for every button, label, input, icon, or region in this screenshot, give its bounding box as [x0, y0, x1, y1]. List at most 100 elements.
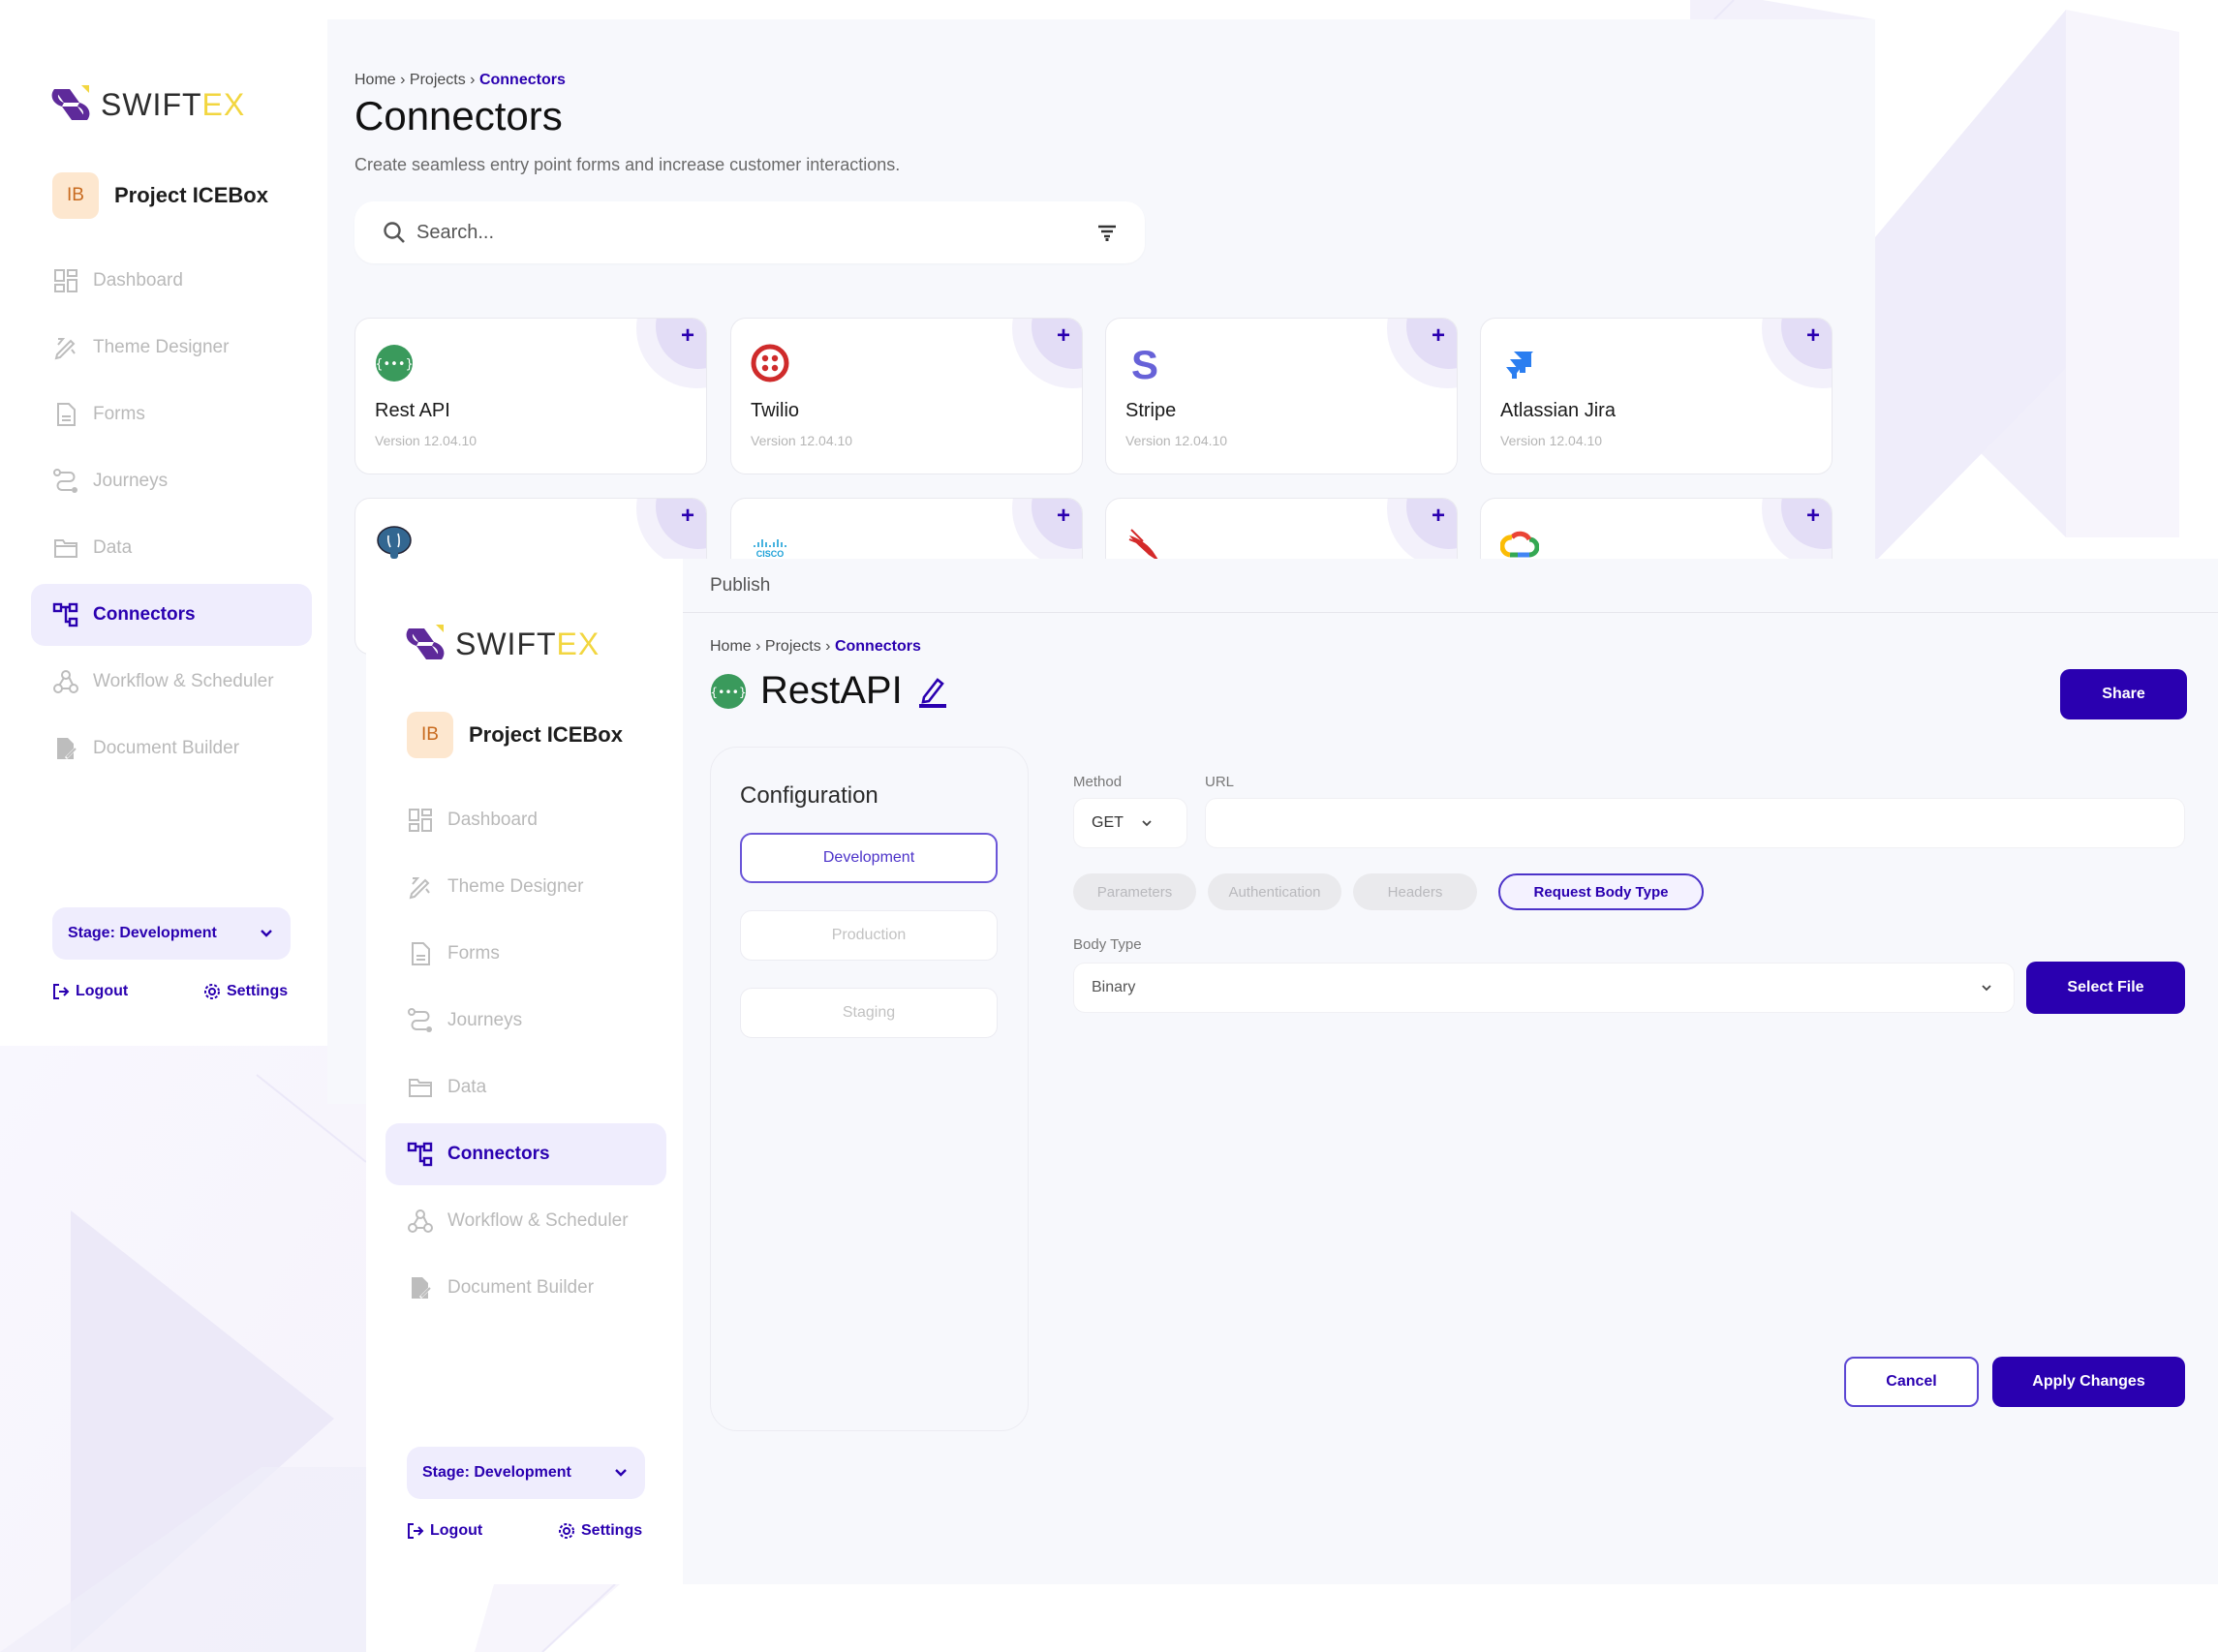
brand-wordmark: SWIFTEX — [101, 86, 246, 122]
sidebar-item-workflow-scheduler[interactable]: Workflow & Scheduler — [31, 651, 312, 713]
breadcrumb-projects[interactable]: Projects — [765, 638, 821, 655]
sidebar-item-journeys[interactable]: Journeys — [31, 450, 312, 512]
logout-link[interactable]: Logout — [407, 1522, 482, 1540]
logout-icon — [53, 984, 70, 999]
project-avatar: IB — [407, 712, 453, 758]
stripe-icon: S — [1125, 342, 1164, 387]
google-cloud-icon — [1499, 524, 1540, 563]
document-builder-icon — [52, 735, 79, 762]
add-connector-button[interactable]: + — [1806, 322, 1820, 350]
sidebar-item-label: Document Builder — [447, 1277, 595, 1298]
sidebar-item-forms[interactable]: Forms — [31, 383, 312, 445]
method-select[interactable]: GET — [1073, 798, 1187, 848]
project-selector[interactable]: IB Project ICEBox — [52, 172, 268, 219]
share-button[interactable]: Share — [2060, 669, 2187, 719]
breadcrumb-separator: › — [470, 72, 476, 88]
body-type-select[interactable]: Binary — [1073, 963, 2015, 1013]
sidebar-item-label: Journeys — [447, 1010, 523, 1030]
sidebar-item-journeys[interactable]: Journeys — [385, 990, 666, 1052]
swiftex-logo: SWIFTEX — [50, 83, 245, 126]
svg-text:CISCO: CISCO — [756, 549, 785, 559]
sidebar-item-label: Document Builder — [93, 738, 240, 758]
sidebar-item-label: Journeys — [93, 471, 169, 491]
tab-parameters[interactable]: Parameters — [1073, 873, 1196, 910]
settings-link[interactable]: Settings — [203, 983, 288, 1000]
sidebar-item-workflow-scheduler[interactable]: Workflow & Scheduler — [385, 1190, 666, 1252]
publish-tab[interactable]: Publish — [710, 575, 770, 597]
connector-card[interactable]: + S Stripe Version 12.04.10 — [1105, 318, 1458, 474]
stage-label: Stage: Development — [422, 1464, 571, 1481]
connector-card[interactable]: + Atlassian Jira Version 12.04.10 — [1480, 318, 1833, 474]
tab-request-body-type[interactable]: Request Body Type — [1498, 873, 1704, 910]
sidebar-item-label: Theme Designer — [447, 876, 584, 897]
theme-designer-icon — [52, 334, 79, 361]
apply-changes-button[interactable]: Apply Changes — [1992, 1357, 2185, 1407]
method-value: GET — [1092, 814, 1124, 831]
sidebar-item-dashboard[interactable]: Dashboard — [31, 250, 312, 312]
svg-text:{•••}: {•••} — [710, 685, 747, 698]
breadcrumb-home[interactable]: Home — [710, 638, 752, 655]
add-connector-button[interactable]: + — [1432, 503, 1445, 530]
connectors-icon — [407, 1141, 434, 1168]
stage-dropdown[interactable]: Stage: Development — [407, 1447, 645, 1499]
add-connector-button[interactable]: + — [681, 322, 694, 350]
sidebar-item-forms[interactable]: Forms — [385, 923, 666, 985]
search-input[interactable] — [416, 221, 1096, 244]
sidebar-item-data[interactable]: Data — [385, 1056, 666, 1118]
front-sidebar-nav: Dashboard Theme Designer Forms Journeys Data… — [385, 789, 666, 1324]
document-builder-icon — [407, 1274, 434, 1301]
url-input[interactable] — [1206, 799, 2184, 847]
sidebar-item-connectors[interactable]: Connectors — [31, 584, 312, 646]
sidebar-item-label: Workflow & Scheduler — [93, 671, 274, 691]
sidebar-item-theme-designer[interactable]: Theme Designer — [31, 317, 312, 379]
breadcrumb-home[interactable]: Home — [354, 72, 396, 88]
connector-card[interactable]: + Twilio Version 12.04.10 — [730, 318, 1083, 474]
select-file-button[interactable]: Select File — [2026, 962, 2185, 1014]
sidebar-item-dashboard[interactable]: Dashboard — [385, 789, 666, 851]
add-connector-button[interactable]: + — [1057, 322, 1070, 350]
page-subtitle: Create seamless entry point forms and in… — [354, 155, 901, 174]
sidebar-item-connectors[interactable]: Connectors — [385, 1123, 666, 1185]
twilio-icon — [751, 344, 789, 382]
url-field[interactable] — [1205, 798, 2185, 848]
sidebar-item-label: Dashboard — [93, 270, 183, 291]
stage-dropdown[interactable]: Stage: Development — [52, 907, 291, 960]
sidebar-item-data[interactable]: Data — [31, 517, 312, 579]
forms-icon — [407, 940, 434, 967]
env-staging-button[interactable]: Staging — [740, 988, 998, 1038]
sidebar-item-label: Forms — [447, 943, 500, 964]
add-connector-button[interactable]: + — [1432, 322, 1445, 350]
logout-label: Logout — [76, 983, 129, 999]
settings-link[interactable]: Settings — [558, 1522, 642, 1540]
breadcrumb-projects[interactable]: Projects — [410, 72, 466, 88]
front-sidebar: SWIFTEX IB Project ICEBox Dashboard Theme… — [366, 559, 683, 1584]
add-connector-button[interactable]: + — [1057, 503, 1070, 530]
webhook-icon — [407, 1208, 434, 1235]
sidebar-item-label: Data — [447, 1077, 487, 1097]
sidebar-item-label: Workflow & Scheduler — [447, 1210, 629, 1231]
edit-icon[interactable] — [916, 674, 949, 709]
cancel-button[interactable]: Cancel — [1844, 1357, 1979, 1407]
filter-icon[interactable] — [1096, 223, 1118, 242]
env-production-button[interactable]: Production — [740, 910, 998, 961]
env-development-button[interactable]: Development — [740, 833, 998, 883]
swiftex-logo-icon — [406, 625, 445, 659]
dashboard-icon — [407, 807, 434, 834]
sidebar-item-document-builder[interactable]: Document Builder — [385, 1257, 666, 1319]
sidebar-item-document-builder[interactable]: Document Builder — [31, 718, 312, 780]
logout-link[interactable]: Logout — [52, 983, 128, 1000]
back-sidebar: SWIFTEX IB Project ICEBox Dashboard Theme… — [12, 19, 327, 1046]
tab-headers[interactable]: Headers — [1353, 873, 1477, 910]
svg-text:{•••}: {•••} — [375, 357, 414, 372]
add-connector-button[interactable]: + — [1806, 503, 1820, 530]
connector-card[interactable]: + {•••} Rest API Version 12.04.10 — [354, 318, 707, 474]
rest-api-icon: {•••} — [710, 673, 747, 709]
tab-authentication[interactable]: Authentication — [1208, 873, 1341, 910]
project-selector[interactable]: IB Project ICEBox — [407, 712, 623, 758]
add-connector-button[interactable]: + — [681, 503, 694, 530]
search-icon — [384, 222, 405, 243]
journeys-icon — [52, 468, 79, 495]
connector-version: Version 12.04.10 — [751, 433, 853, 448]
project-avatar: IB — [52, 172, 99, 219]
sidebar-item-theme-designer[interactable]: Theme Designer — [385, 856, 666, 918]
